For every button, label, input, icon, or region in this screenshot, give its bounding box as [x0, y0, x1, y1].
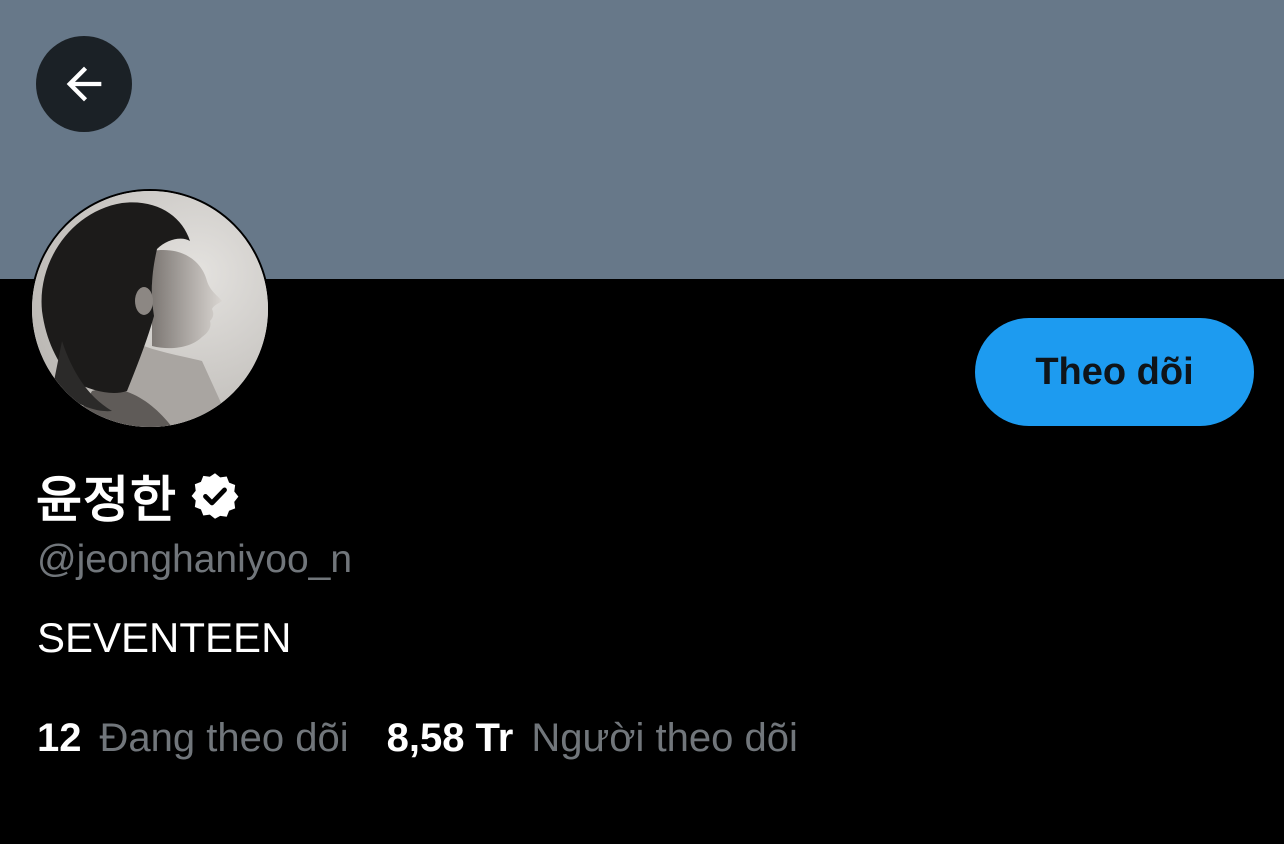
- name-row: 윤정한: [36, 460, 241, 532]
- profile-page: Theo dõi 윤정한 @jeonghaniyoo_n SEVENTEEN 1…: [0, 0, 1284, 844]
- following-count: 12: [37, 716, 82, 760]
- followers-count: 8,58 Tr: [386, 716, 514, 760]
- avatar[interactable]: [30, 189, 270, 429]
- back-button[interactable]: [36, 36, 132, 132]
- following-link[interactable]: 12 Đang theo dõi: [37, 716, 349, 761]
- arrow-left-icon: [66, 66, 102, 102]
- verified-badge-icon[interactable]: [189, 470, 241, 522]
- follow-button[interactable]: Theo dõi: [975, 318, 1254, 426]
- profile-handle: @jeonghaniyoo_n: [37, 538, 353, 581]
- followers-label: Người theo dõi: [531, 716, 798, 760]
- followers-link[interactable]: 8,58 Tr Người theo dõi: [387, 716, 798, 761]
- display-name: 윤정한: [36, 471, 177, 529]
- profile-stats: 12 Đang theo dõi 8,58 Tr Người theo dõi: [37, 716, 798, 761]
- profile-bio: SEVENTEEN: [37, 614, 292, 661]
- following-label: Đang theo dõi: [99, 716, 349, 760]
- avatar-photo: [32, 191, 268, 427]
